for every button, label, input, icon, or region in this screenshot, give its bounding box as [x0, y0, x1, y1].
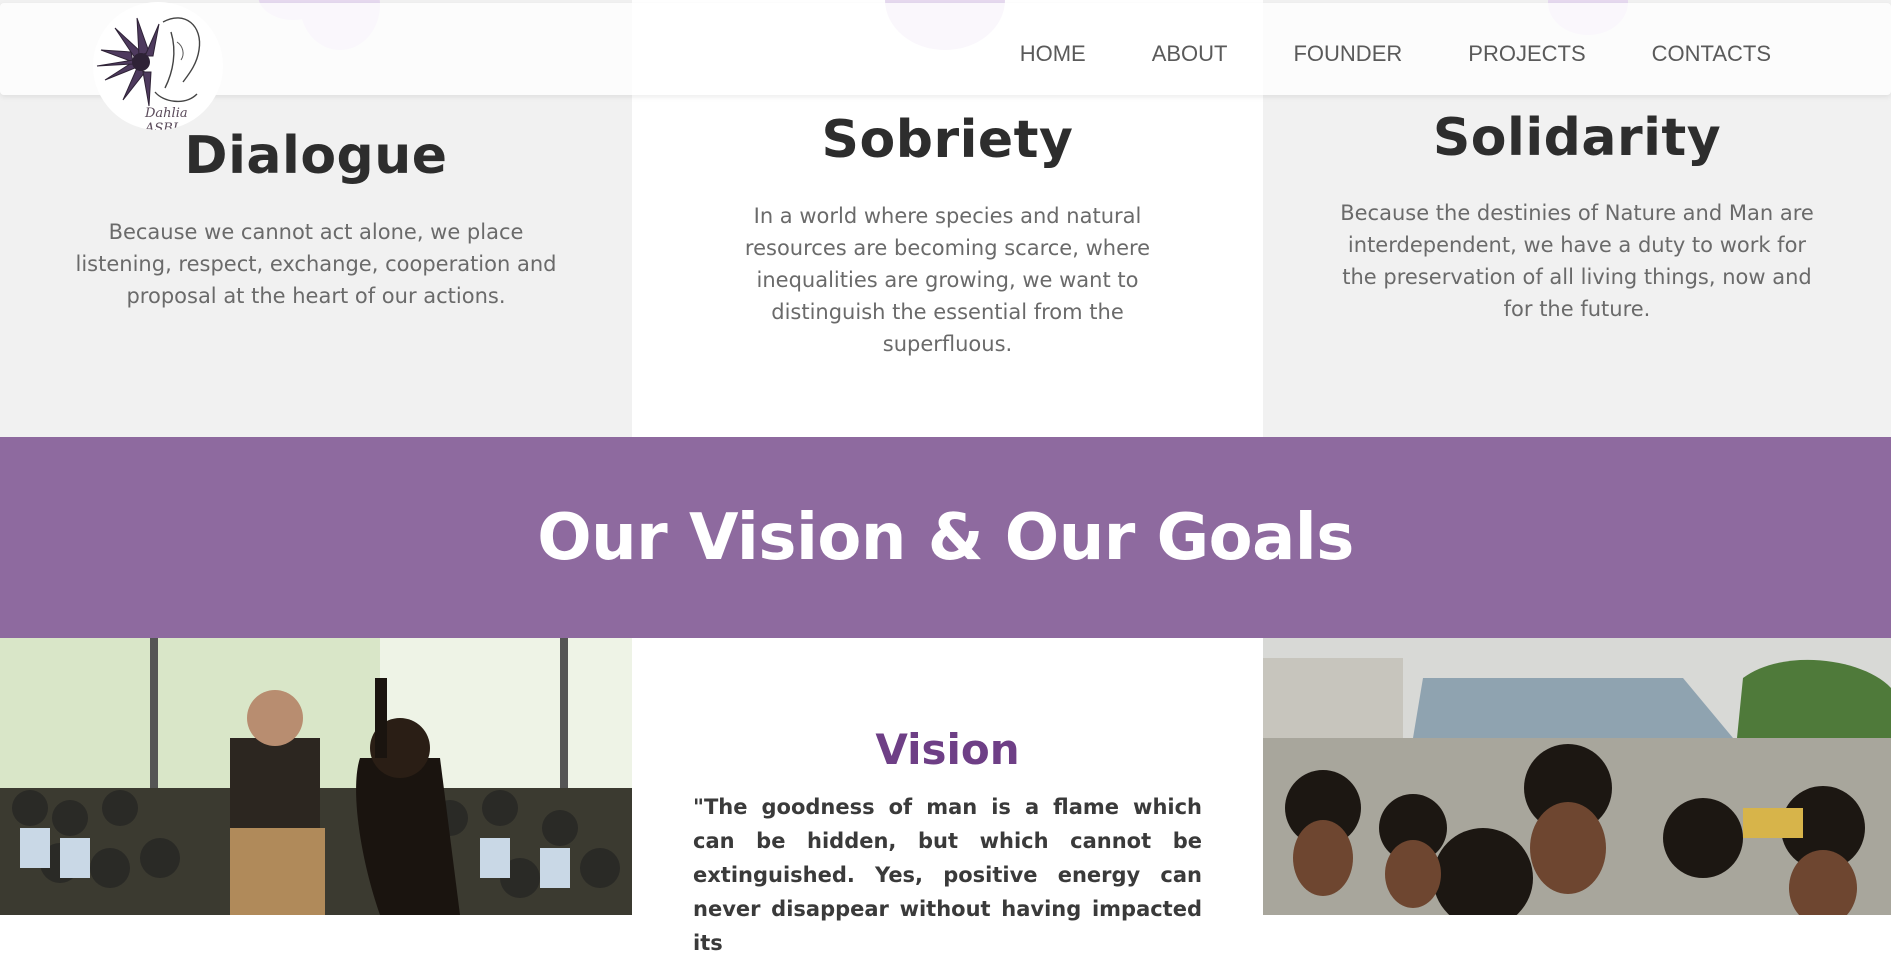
value-title: Sobriety	[821, 110, 1074, 170]
vision-panel: Vision "The goodness of man is a flame w…	[632, 638, 1263, 955]
logo[interactable]: Dahlia ASBL	[93, 2, 223, 130]
vision-goals-banner: Our Vision & Our Goals	[0, 437, 1891, 638]
value-text: Because we cannot act alone, we place li…	[75, 220, 557, 308]
nav-home[interactable]: HOME	[1020, 41, 1086, 67]
classroom-photo	[0, 638, 632, 915]
section-title: Our Vision & Our Goals	[537, 501, 1354, 575]
community-photo	[1263, 638, 1891, 915]
vision-title: Vision	[875, 725, 1020, 774]
value-title: Solidarity	[1432, 108, 1722, 168]
nav-projects[interactable]: PROJECTS	[1468, 41, 1585, 67]
nav-about[interactable]: ABOUT	[1152, 41, 1228, 67]
value-text: Because the destinies of Nature and Man …	[1340, 201, 1814, 321]
nav-founder[interactable]: FOUNDER	[1293, 41, 1402, 67]
value-title: Dialogue	[184, 126, 448, 186]
value-text: In a world where species and natural res…	[744, 204, 1151, 356]
nav-contacts[interactable]: CONTACTS	[1652, 41, 1771, 67]
main-nav: HOME ABOUT FOUNDER PROJECTS CONTACTS	[954, 41, 1771, 67]
site-header: HOME ABOUT FOUNDER PROJECTS CONTACTS	[0, 3, 1891, 95]
vision-quote: "The goodness of man is a flame which ca…	[693, 795, 1202, 955]
logo-text: Dahlia ASBL	[145, 106, 188, 130]
